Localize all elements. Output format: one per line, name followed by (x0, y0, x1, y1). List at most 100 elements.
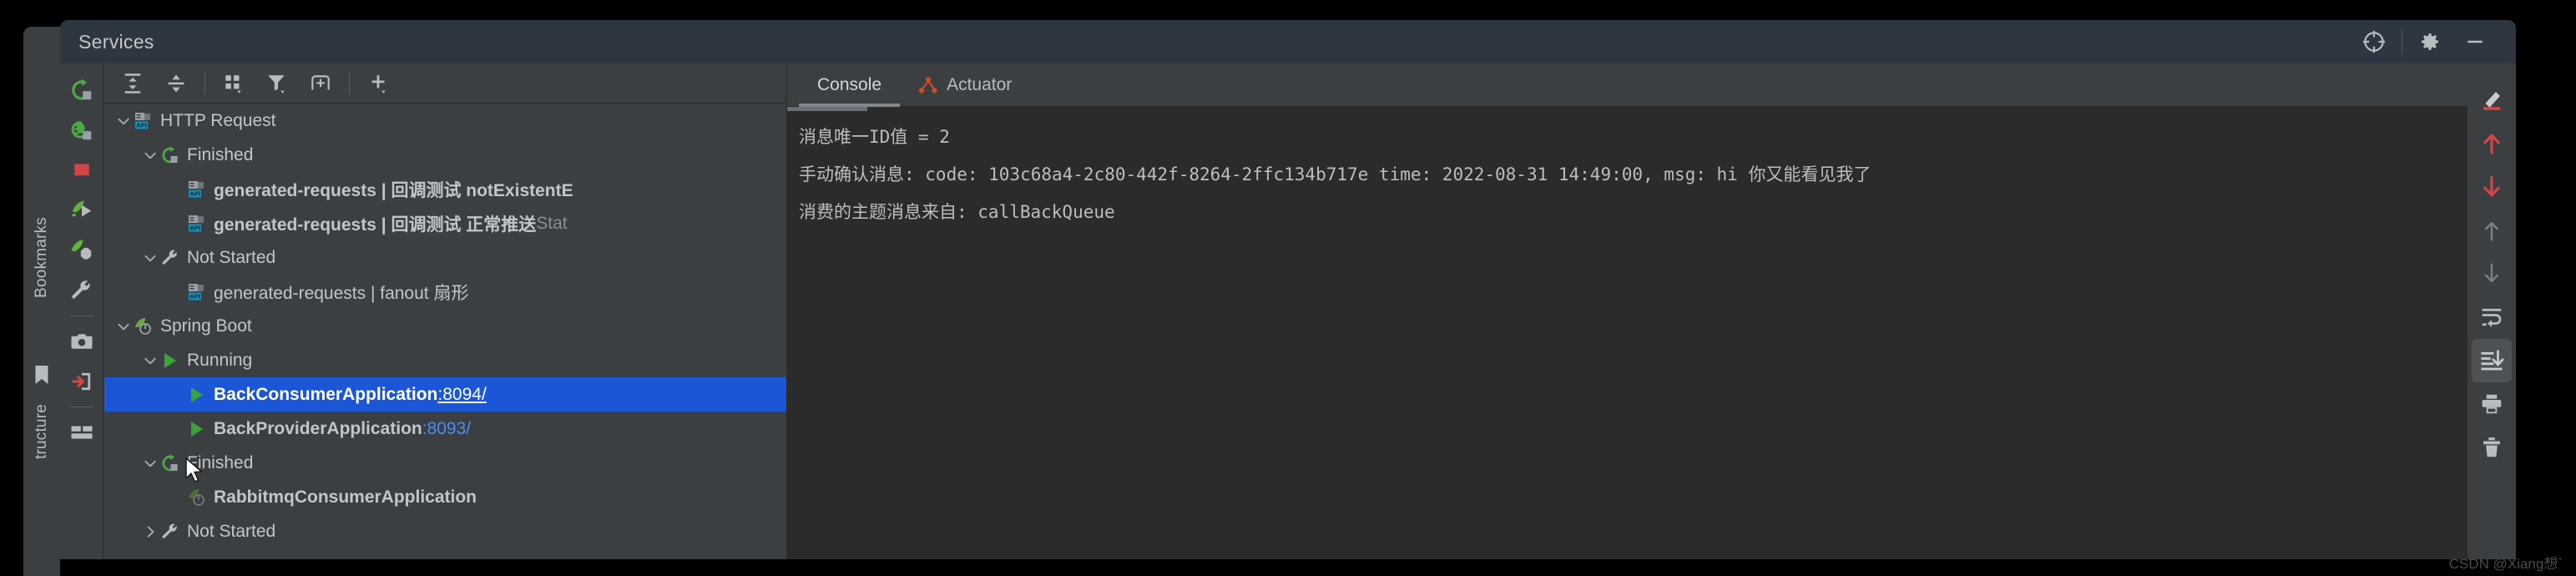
structure-stripe-button[interactable]: tructure (33, 404, 51, 459)
tree-row-label: generated-requests | 回调测试 notExistentE (214, 180, 573, 200)
scroll-to-end-icon[interactable] (2472, 339, 2512, 382)
console-line: 消息唯一ID值 = 2 (799, 127, 950, 147)
add-service-icon[interactable] (356, 64, 400, 103)
svg-text:API: API (136, 121, 147, 129)
tree-row-http-request[interactable]: API HTTP Request (104, 104, 786, 138)
tree-row-back-consumer[interactable]: BackConsumerApplication :8094/ (104, 377, 786, 412)
watermark: CSDN @Xiang想` (2448, 556, 2563, 572)
print-icon[interactable] (2472, 382, 2512, 426)
tree-row-back-provider[interactable]: BackProviderApplication :8093/ (104, 412, 786, 446)
tree-row-port-link[interactable]: :8093/ (422, 419, 471, 439)
down-arrow-grey-icon[interactable] (2472, 252, 2512, 296)
api-node-icon: API (133, 111, 154, 131)
console-scrollbar[interactable] (787, 107, 867, 111)
chevron-down-icon[interactable] (141, 353, 159, 368)
wrench-icon[interactable] (63, 270, 100, 311)
console-output[interactable]: 消息唯一ID值 = 2 手动确认消息: code: 103c68a4-2c80-… (787, 107, 2467, 559)
tree-row-http-finished[interactable]: Finished (104, 138, 786, 172)
svg-text:API: API (189, 189, 200, 197)
actuator-icon (918, 75, 938, 95)
minimize-icon[interactable] (2452, 20, 2498, 63)
camera-icon[interactable] (63, 321, 100, 361)
tree-row-label: Not Started (187, 247, 276, 267)
debug-icon[interactable] (63, 230, 100, 270)
tab-console[interactable]: Console (799, 63, 901, 107)
chevron-down-icon[interactable] (141, 456, 159, 471)
group-by-icon[interactable] (212, 64, 255, 103)
tree-row-label: RabbitmqConsumerApplication (214, 487, 477, 507)
tree-row-port-link[interactable]: :8094/ (437, 385, 486, 405)
spring-leaf-icon (133, 316, 154, 336)
soft-wrap-icon[interactable] (2472, 296, 2512, 339)
page-title: Services (78, 30, 154, 53)
wrench-icon (159, 522, 181, 542)
chevron-down-icon[interactable] (114, 114, 133, 129)
add-tab-icon[interactable] (299, 64, 342, 103)
filter-icon[interactable] (255, 64, 299, 103)
tree-row-sb-finished[interactable]: Finished (104, 446, 786, 483)
services-tool-window: Services API HTTP Request Finished API g… (60, 20, 2516, 559)
console-tabbar: Console Actuator (787, 63, 2467, 107)
gear-icon[interactable] (2407, 20, 2452, 63)
locate-icon[interactable] (2351, 20, 2397, 63)
rerun-green-icon (159, 453, 181, 473)
tree-row-label: Finished (187, 144, 254, 164)
svg-text:API: API (189, 224, 200, 231)
expand-all-icon[interactable] (111, 64, 154, 103)
tree-toolbar (104, 63, 786, 104)
rerun-green-icon (159, 145, 181, 165)
tree-row-sb-notstarted[interactable]: Not Started (104, 514, 786, 548)
header-actions (2351, 20, 2516, 63)
tab-label: Console (817, 74, 882, 94)
stop-icon[interactable] (63, 150, 100, 190)
attach-icon[interactable] (63, 361, 100, 402)
run-play-icon (186, 385, 208, 405)
tree-row-label: Not Started (187, 521, 276, 541)
tree-row-label: HTTP Request (160, 110, 276, 130)
left-tool-strip: Bookmarks tructure (23, 27, 60, 576)
tree-row-http-notstart[interactable]: Not Started (104, 240, 786, 275)
chevron-down-icon[interactable] (141, 148, 159, 163)
tree-row-req-not-exist[interactable]: API generated-requests | 回调测试 notExistent… (104, 172, 786, 206)
tree-row-status: Stat (536, 213, 568, 233)
rerun-icon[interactable] (63, 70, 100, 110)
up-arrow-grey-icon[interactable] (2472, 209, 2512, 252)
api-node-icon: API (186, 179, 208, 200)
api-node-icon: API (186, 282, 208, 302)
run-icon[interactable] (63, 190, 100, 230)
chevron-down-icon[interactable] (141, 250, 159, 265)
console-panel: Console Actuator 消息唯一ID值 = 2 手动确认消息: code… (787, 63, 2467, 559)
chevron-right-icon[interactable] (141, 524, 159, 539)
trash-icon[interactable] (2472, 426, 2512, 469)
layout-icon[interactable] (63, 412, 100, 452)
chevron-down-icon[interactable] (114, 319, 133, 334)
tab-actuator[interactable]: Actuator (900, 63, 1030, 107)
run-play-icon (159, 351, 181, 371)
tree-row-req-normal[interactable]: API generated-requests | 回调测试 正常推送 Stat (104, 206, 786, 240)
spring-leaf-dim-icon (186, 488, 208, 508)
screenshot-root: Bookmarks tructure Services API HTTP Req… (0, 0, 2576, 576)
down-arrow-red-icon[interactable] (2472, 165, 2512, 209)
run-play-icon (186, 419, 208, 439)
tab-label: Actuator (947, 74, 1013, 94)
tree-row-label: Spring Boot (160, 316, 252, 336)
console-line: 手动确认消息: code: 103c68a4-2c80-442f-8264-2f… (799, 164, 1871, 184)
collapse-all-icon[interactable] (154, 64, 198, 103)
svg-text:API: API (189, 292, 200, 300)
tree-row-sb-running[interactable]: Running (104, 343, 786, 377)
services-tree-panel: API HTTP Request Finished API generated-requ… (104, 63, 787, 559)
tree-row-label: Running (187, 350, 253, 370)
tree-row-req-fanout[interactable]: API generated-requests | fanout 扇形 (104, 275, 786, 309)
api-node-icon: API (186, 214, 208, 234)
tree-row-spring-boot[interactable]: Spring Boot (104, 309, 786, 343)
rerun-debug-icon[interactable] (63, 110, 100, 150)
tool-window-header: Services (60, 20, 2516, 63)
services-tree[interactable]: API HTTP Request Finished API generated-requ… (104, 104, 786, 559)
tree-row-rabbitmq-app[interactable]: RabbitmqConsumerApplication (104, 480, 786, 514)
services-body: API HTTP Request Finished API generated-requ… (60, 63, 2516, 559)
tree-row-label: Finished (187, 452, 254, 472)
bookmarks-stripe-button[interactable]: Bookmarks (33, 217, 51, 298)
soft-wrap-highlight-icon[interactable] (2472, 78, 2512, 122)
up-arrow-red-icon[interactable] (2472, 122, 2512, 165)
tree-row-label: BackProviderApplication (214, 418, 422, 438)
